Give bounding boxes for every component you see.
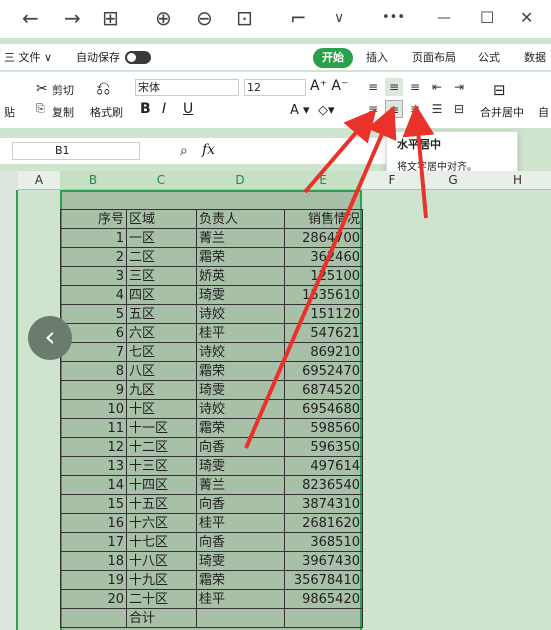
annotation-arrows bbox=[244, 104, 435, 449]
arrow-to-align-center bbox=[244, 105, 397, 449]
arrow-to-align-right bbox=[402, 104, 435, 219]
arrow-to-align-left bbox=[303, 108, 377, 194]
